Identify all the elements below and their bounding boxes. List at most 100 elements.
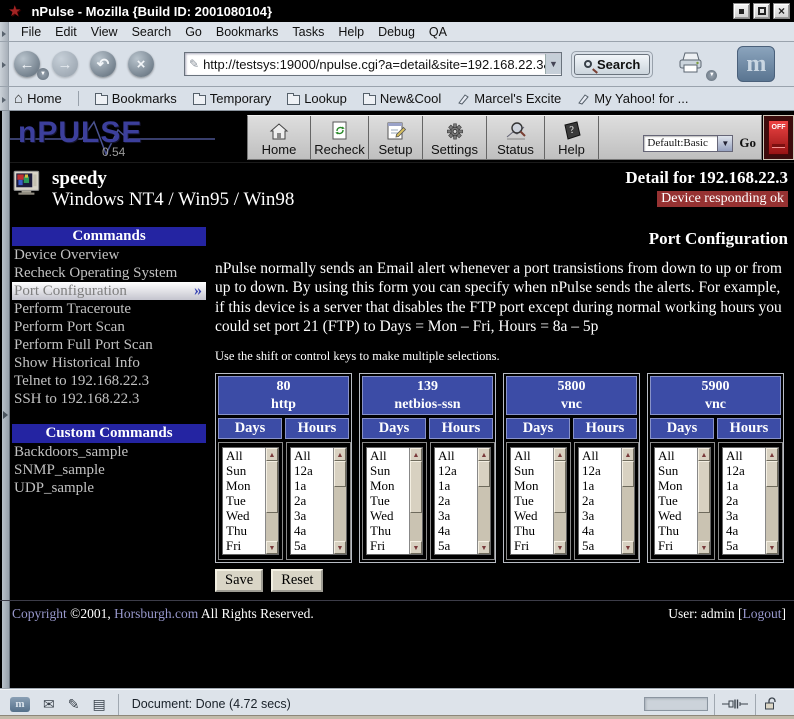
list-option[interactable]: 1a — [723, 478, 765, 493]
list-option[interactable]: 3a — [291, 508, 333, 523]
bookmark-folder-temporary[interactable]: Temporary — [193, 91, 271, 106]
sidebar-item-historical-info[interactable]: Show Historical Info — [12, 354, 206, 372]
list-option[interactable]: Fri — [511, 538, 553, 553]
sidebar-item-device-overview[interactable]: Device Overview — [12, 246, 206, 264]
menu-item[interactable]: Search — [125, 25, 179, 39]
list-option[interactable]: Mon — [655, 478, 697, 493]
scroll-down-icon[interactable]: ▼ — [698, 541, 710, 554]
toolbar-grippy[interactable] — [0, 42, 9, 86]
sidebar-item-udp-sample[interactable]: UDP_sample — [12, 479, 206, 497]
scroll-up-icon[interactable]: ▲ — [334, 448, 346, 461]
list-option[interactable]: 12a — [579, 463, 621, 478]
sidebar-item-recheck-os[interactable]: Recheck Operating System — [12, 264, 206, 282]
menu-item[interactable]: Bookmarks — [209, 25, 286, 39]
scroll-down-icon[interactable]: ▼ — [410, 541, 422, 554]
listbox-scrollbar[interactable]: ▲▼ — [333, 448, 346, 554]
menu-item[interactable]: Debug — [371, 25, 422, 39]
back-history-dropdown[interactable]: ▼ — [37, 68, 49, 80]
save-button[interactable]: Save — [215, 569, 263, 592]
toolbar-grippy[interactable] — [0, 22, 9, 41]
listbox-scrollbar[interactable]: ▲▼ — [765, 448, 778, 554]
list-option[interactable]: 12a — [291, 463, 333, 478]
list-option[interactable]: 12a — [435, 463, 477, 478]
list-option[interactable]: Thu — [223, 523, 265, 538]
list-option[interactable]: Sun — [655, 463, 697, 478]
horsburgh-link[interactable]: Horsburgh.com — [114, 606, 198, 621]
scroll-thumb[interactable] — [334, 461, 346, 487]
menu-item[interactable]: Go — [178, 25, 209, 39]
scroll-thumb[interactable] — [410, 461, 422, 513]
scroll-down-icon[interactable]: ▼ — [766, 541, 778, 554]
listbox-scrollbar[interactable]: ▲▼ — [265, 448, 278, 554]
copyright-link[interactable]: Copyright — [12, 606, 67, 621]
mozilla-logo[interactable]: m — [737, 46, 775, 82]
list-option[interactable]: 2a — [723, 493, 765, 508]
off-switch[interactable]: OFF — [768, 120, 789, 155]
npulse-recheck-button[interactable]: Recheck — [311, 116, 369, 159]
list-option[interactable]: Sat — [223, 553, 265, 554]
forward-button[interactable]: → — [52, 51, 78, 77]
list-option[interactable]: 3a — [723, 508, 765, 523]
list-option[interactable]: 3a — [435, 508, 477, 523]
url-dropdown-icon[interactable]: ▼ — [545, 54, 561, 74]
list-option[interactable]: All — [579, 448, 621, 463]
logout-link[interactable]: Logout — [743, 606, 782, 621]
npulse-status-button[interactable]: Status — [487, 116, 545, 159]
toolbar-grippy[interactable] — [0, 87, 9, 110]
list-option[interactable]: Sun — [511, 463, 553, 478]
scroll-up-icon[interactable]: ▲ — [622, 448, 634, 461]
list-option[interactable]: All — [435, 448, 477, 463]
list-option[interactable]: Sun — [223, 463, 265, 478]
list-option[interactable]: 6a — [435, 553, 477, 554]
print-button[interactable]: ▼ — [675, 50, 705, 79]
scroll-thumb[interactable] — [622, 461, 634, 487]
list-option[interactable]: Sun — [367, 463, 409, 478]
days-listbox[interactable]: AllSunMonTueWedThuFriSat ▲▼ — [654, 447, 711, 555]
list-option[interactable]: All — [723, 448, 765, 463]
scroll-down-icon[interactable]: ▼ — [478, 541, 490, 554]
scroll-thumb[interactable] — [766, 461, 778, 487]
menu-item[interactable]: Edit — [48, 25, 84, 39]
scroll-up-icon[interactable]: ▲ — [698, 448, 710, 461]
list-option[interactable]: 5a — [291, 538, 333, 553]
minimize-button[interactable] — [733, 3, 750, 19]
list-option[interactable]: Wed — [655, 508, 697, 523]
list-option[interactable]: Mon — [223, 478, 265, 493]
scroll-up-icon[interactable]: ▲ — [266, 448, 278, 461]
scroll-thumb[interactable] — [698, 461, 710, 513]
maximize-button[interactable] — [753, 3, 770, 19]
scroll-up-icon[interactable]: ▲ — [478, 448, 490, 461]
list-option[interactable]: All — [511, 448, 553, 463]
search-button[interactable]: Search — [574, 54, 650, 75]
scroll-down-icon[interactable]: ▼ — [622, 541, 634, 554]
list-option[interactable]: 1a — [579, 478, 621, 493]
splitter-handle-icon[interactable] — [3, 411, 12, 419]
list-option[interactable]: 4a — [579, 523, 621, 538]
sidebar-item-snmp-sample[interactable]: SNMP_sample — [12, 461, 206, 479]
scroll-down-icon[interactable]: ▼ — [554, 541, 566, 554]
list-option[interactable]: 12a — [723, 463, 765, 478]
scroll-up-icon[interactable]: ▲ — [554, 448, 566, 461]
menu-item[interactable]: View — [84, 25, 125, 39]
view-select-dropdown[interactable]: Default:Basic ▼ — [643, 135, 733, 152]
list-option[interactable]: 5a — [435, 538, 477, 553]
npulse-help-button[interactable]: ? Help — [545, 116, 599, 159]
url-bar[interactable]: ✎ http://testsys:19000/npulse.cgi?a=deta… — [184, 52, 562, 76]
list-option[interactable]: 2a — [291, 493, 333, 508]
sidebar-item-port-configuration[interactable]: Port Configuration » — [12, 282, 206, 300]
list-option[interactable]: 3a — [579, 508, 621, 523]
list-option[interactable]: Wed — [223, 508, 265, 523]
scroll-down-icon[interactable]: ▼ — [266, 541, 278, 554]
menu-item[interactable]: QA — [422, 25, 454, 39]
list-option[interactable]: 2a — [579, 493, 621, 508]
compose-icon[interactable]: ✎ — [68, 696, 80, 713]
list-option[interactable]: Thu — [655, 523, 697, 538]
list-option[interactable]: Wed — [511, 508, 553, 523]
npulse-home-button[interactable]: Home — [248, 116, 311, 159]
bookmark-folder-newcool[interactable]: New&Cool — [363, 91, 441, 106]
list-option[interactable]: All — [367, 448, 409, 463]
back-button[interactable]: ←▼ — [14, 51, 40, 77]
chevron-down-icon[interactable]: ▼ — [717, 136, 732, 151]
list-option[interactable]: Mon — [511, 478, 553, 493]
bookmark-marcels-excite[interactable]: Marcel's Excite — [457, 91, 561, 106]
